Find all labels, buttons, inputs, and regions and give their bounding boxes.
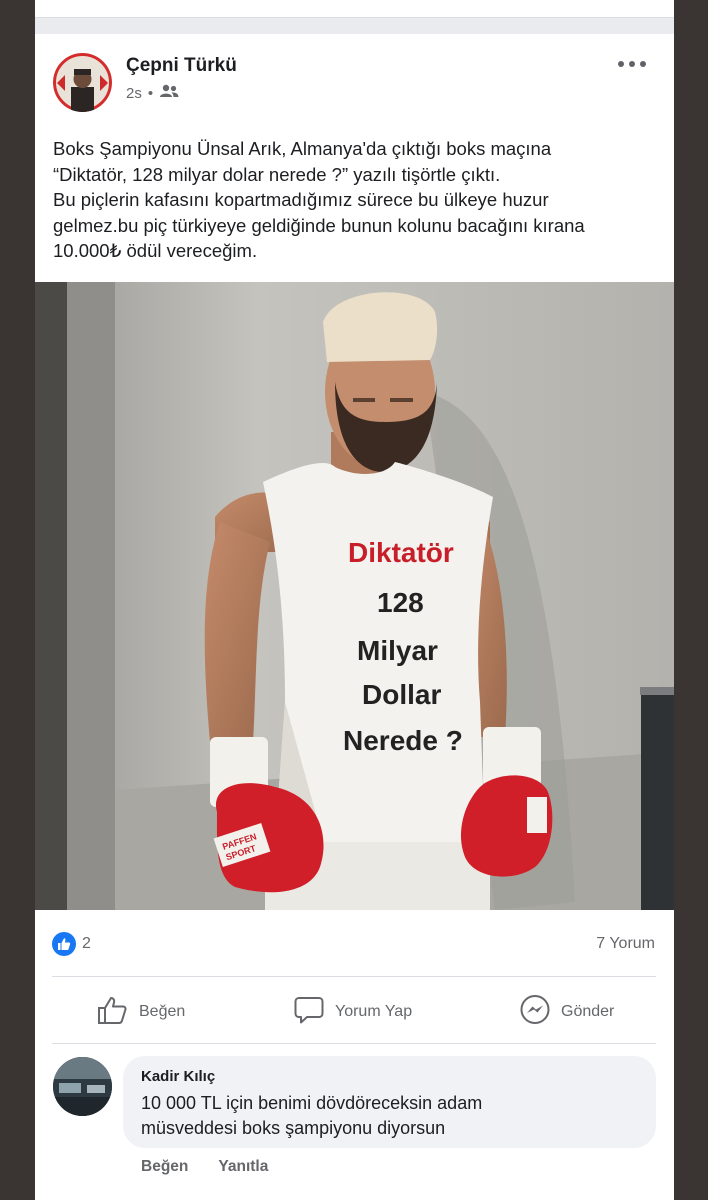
comment-actions: Beğen Yanıtla xyxy=(141,1158,268,1176)
post-text-line: “Diktatör, 128 milyar dolar nerede ?” ya… xyxy=(53,163,501,185)
comment-icon xyxy=(293,995,325,1030)
svg-text:Milyar: Milyar xyxy=(357,635,438,666)
thumbs-up-icon xyxy=(97,995,129,1030)
divider xyxy=(52,976,656,977)
post-meta: 2s • xyxy=(126,84,179,102)
left-background-edge xyxy=(0,0,35,1200)
comment-button[interactable]: Yorum Yap xyxy=(293,989,412,1035)
meta-dot: • xyxy=(147,84,154,102)
like-count: 2 xyxy=(82,935,91,952)
messenger-icon xyxy=(519,994,551,1031)
post-text-line: Bu piçlerin kafasını kopartmadığımız sür… xyxy=(53,189,549,210)
post-text-line: Boks Şampiyonu Ünsal Arık, Almanya'da çı… xyxy=(53,138,552,159)
comment-like-button[interactable]: Beğen xyxy=(141,1158,188,1176)
post-text-line: gelmez.bu piç türkiyeye geldiğinde bunun… xyxy=(53,214,585,236)
svg-text:Nerede ?: Nerede ? xyxy=(343,725,463,756)
post-text-line: 10.000₺ ödül vereceğim. xyxy=(53,240,258,261)
comment-label: Yorum Yap xyxy=(335,1003,413,1020)
like-button[interactable]: Beğen xyxy=(97,989,185,1035)
divider xyxy=(52,1043,656,1044)
friends-icon xyxy=(159,84,179,102)
comment-text-line: müsveddesi boks şampiyonu diyorsun xyxy=(141,1118,446,1138)
more-options-icon[interactable] xyxy=(618,52,646,76)
svg-text:128: 128 xyxy=(377,587,424,618)
feed-separator xyxy=(35,18,674,34)
author-name[interactable]: Çepni Türkü xyxy=(126,55,237,77)
svg-text:Dollar: Dollar xyxy=(362,679,441,710)
previous-post-card-edge xyxy=(35,0,674,18)
comment-text-line: 10 000 TL için benimi dövdöreceksin adam xyxy=(141,1093,483,1113)
comment-bubble: Kadir Kılıç 10 000 TL için benimi dövdör… xyxy=(123,1056,656,1148)
author-avatar[interactable] xyxy=(53,53,112,112)
commenter-avatar[interactable] xyxy=(53,1057,112,1116)
right-background-edge xyxy=(674,0,708,1200)
post-photo[interactable]: Diktatör 128 Milyar Dollar Nerede ? PAFF… xyxy=(35,282,674,910)
post-text: Boks Şampiyonu Ünsal Arık, Almanya'da çı… xyxy=(53,136,663,264)
comment-author[interactable]: Kadir Kılıç xyxy=(141,1068,638,1085)
comment-text: 10 000 TL için benimi dövdöreceksin adam… xyxy=(141,1091,638,1141)
svg-text:Diktatör: Diktatör xyxy=(348,537,454,568)
comments-count[interactable]: 7 Yorum xyxy=(596,935,655,953)
comment-reply-button[interactable]: Yanıtla xyxy=(218,1158,268,1176)
post-card: Çepni Türkü 2s • Boks Şampiyonu Ünsal Ar… xyxy=(35,34,674,1200)
reaction-summary[interactable]: 2 xyxy=(52,932,91,956)
like-label: Beğen xyxy=(139,1003,186,1020)
send-button[interactable]: Gönder xyxy=(519,989,614,1035)
post-time[interactable]: 2s xyxy=(126,85,142,102)
like-reaction-icon xyxy=(52,932,76,956)
send-label: Gönder xyxy=(561,1003,615,1020)
post-actions-bar: Beğen Yorum Yap Gönder xyxy=(35,989,674,1035)
